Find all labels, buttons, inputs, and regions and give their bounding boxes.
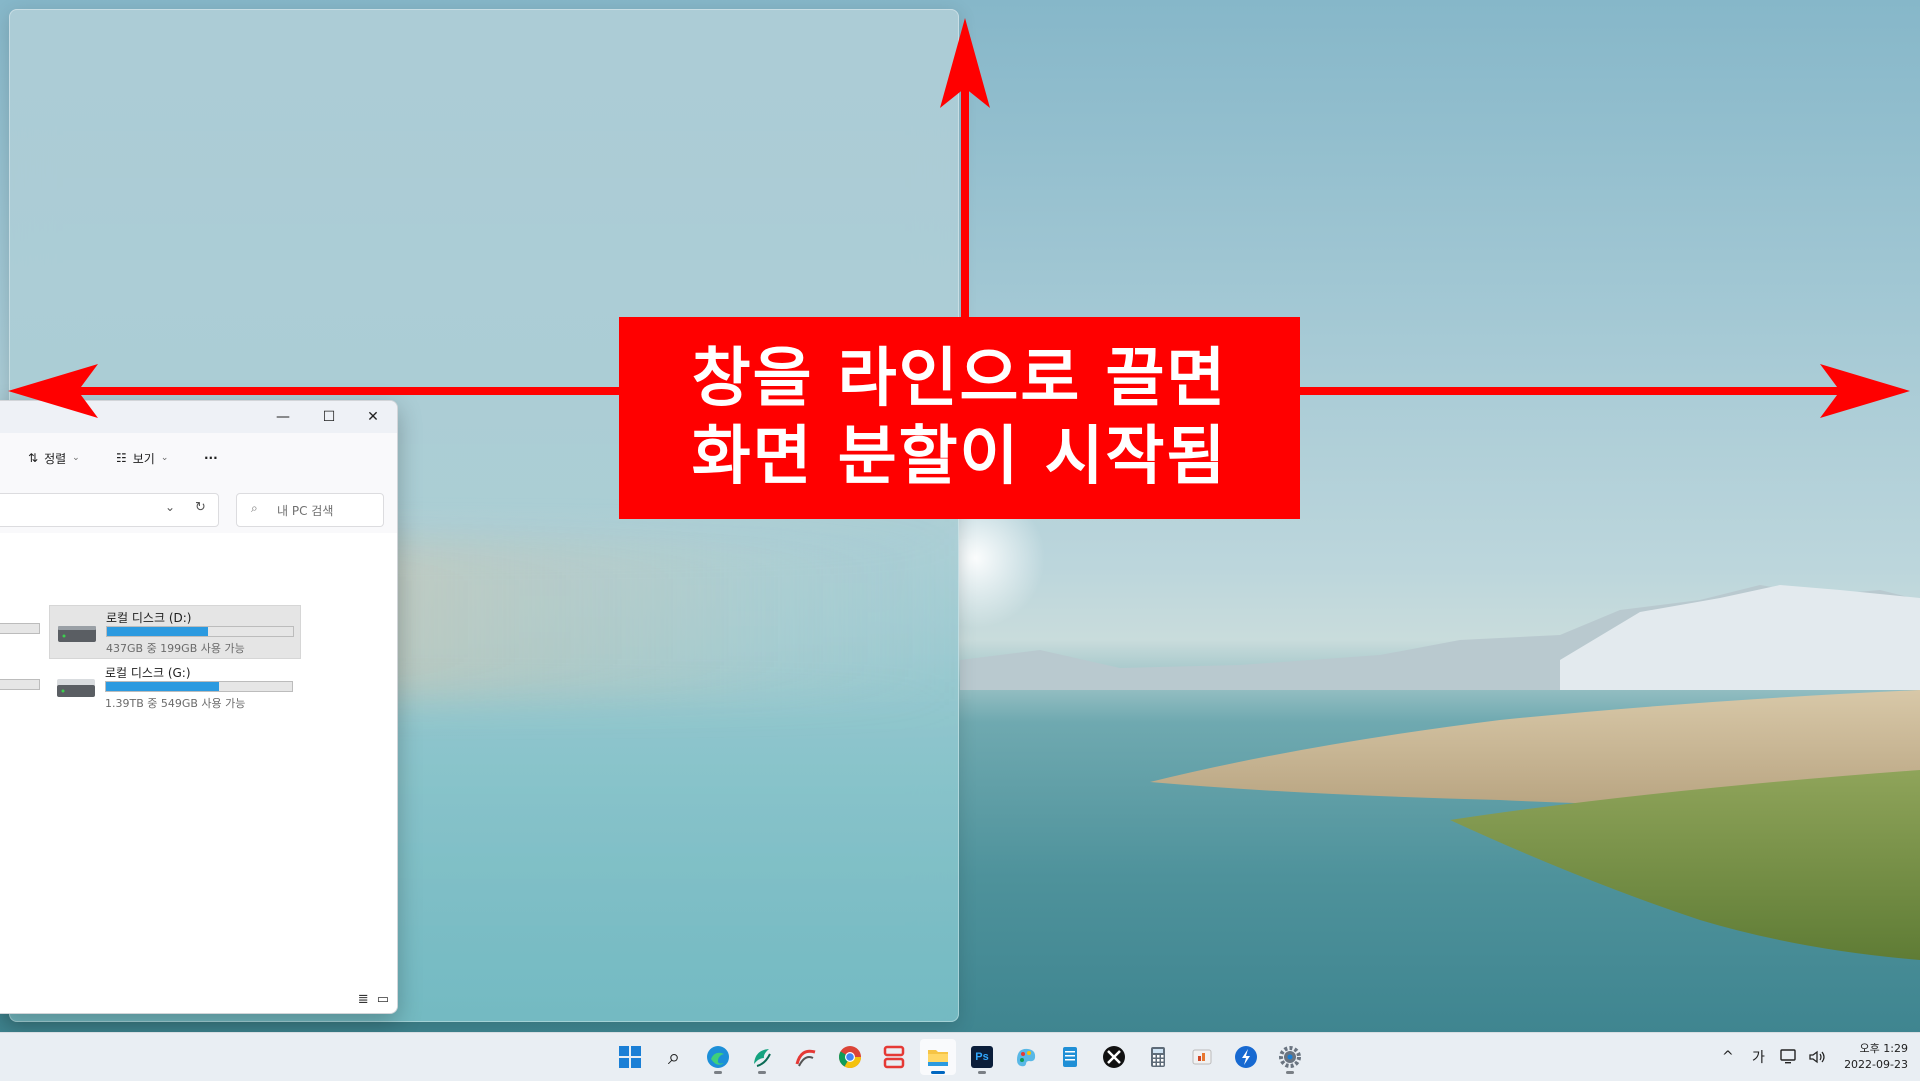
split-app-icon[interactable]: [876, 1039, 912, 1075]
xbox-icon[interactable]: [1096, 1039, 1132, 1075]
sort-icon: ⇅: [28, 451, 39, 465]
settings-icon[interactable]: [1272, 1039, 1308, 1075]
network-icon[interactable]: [1780, 1033, 1798, 1081]
tray-overflow-chevron[interactable]: ^: [1722, 1033, 1734, 1081]
drive-item-d[interactable]: 로컬 디스크 (D:) 437GB 중 199GB 사용 가능: [49, 605, 301, 659]
file-explorer-icon[interactable]: [920, 1039, 956, 1075]
clock-time: 오후 1:29: [1859, 1042, 1908, 1055]
chrome-icon[interactable]: [832, 1039, 868, 1075]
clock-date: 2022-09-23: [1844, 1058, 1908, 1071]
search-input[interactable]: ⌕ 내 PC 검색: [236, 493, 384, 527]
sort-label: 정렬: [44, 451, 67, 466]
ime-indicator[interactable]: 가: [1752, 1033, 1765, 1081]
callout-line-2: 화면 분할이 시작됨: [691, 420, 1228, 494]
sort-button[interactable]: ⇅ 정렬 ⌄: [28, 447, 80, 469]
app3-icon[interactable]: [1228, 1039, 1264, 1075]
address-input[interactable]: ⌄ ↻: [0, 493, 219, 527]
view-button[interactable]: ☷ 보기 ⌄: [116, 447, 168, 469]
hard-drive-icon: [57, 679, 95, 697]
calculator-icon[interactable]: [1140, 1039, 1176, 1075]
search-placeholder: 내 PC 검색: [277, 504, 334, 518]
chevron-down-icon: ⌄: [160, 453, 169, 463]
title-bar[interactable]: — ☐ ✕: [0, 401, 397, 433]
tiles-view-icon[interactable]: ▭: [377, 992, 389, 1007]
view-label: 보기: [132, 451, 155, 466]
taskbar: ⌕ Ps ^ 가 오후 1:29 2022-09-23: [0, 1032, 1920, 1081]
annotation-callout: 창을 라인으로 끌면 화면 분할이 시작됨: [619, 317, 1300, 519]
chevron-down-icon[interactable]: ⌄: [165, 500, 175, 514]
refresh-icon[interactable]: ↻: [195, 500, 206, 515]
partial-drive-bar: [0, 679, 40, 690]
file-explorer-window[interactable]: — ☐ ✕ ⇅ 정렬 ⌄ ☷ 보기 ⌄ ··· ⌄ ↻ ⌕ 내 PC 검색 로컬…: [0, 400, 398, 1014]
windows-start-icon[interactable]: [612, 1039, 648, 1075]
address-bar-row: ⌄ ↻ ⌕ 내 PC 검색: [0, 483, 397, 534]
drive-free-space: 437GB 중 199GB 사용 가능: [106, 642, 245, 655]
view-toggle: ≣ ▭: [358, 992, 389, 1007]
drive-usage-bar: [105, 681, 293, 692]
view-icon: ☷: [116, 451, 127, 465]
photoshop-label: Ps: [971, 1046, 993, 1068]
paint-icon[interactable]: [1008, 1039, 1044, 1075]
volume-icon[interactable]: [1808, 1033, 1826, 1081]
drive-list: 로컬 디스크 (D:) 437GB 중 199GB 사용 가능 로컬 디스크 (…: [0, 533, 397, 1013]
drive-free-space: 1.39TB 중 549GB 사용 가능: [105, 697, 246, 710]
app-icon[interactable]: [744, 1039, 780, 1075]
search-icon[interactable]: ⌕: [656, 1039, 692, 1075]
app2-icon[interactable]: [788, 1039, 824, 1075]
command-bar: ⇅ 정렬 ⌄ ☷ 보기 ⌄ ···: [0, 433, 397, 484]
chevron-down-icon: ⌄: [72, 453, 80, 463]
search-icon: ⌕: [251, 501, 258, 515]
maximize-button[interactable]: ☐: [306, 401, 352, 433]
edge-icon[interactable]: [700, 1039, 736, 1075]
notepad-icon[interactable]: [1052, 1039, 1088, 1075]
system-clock[interactable]: 오후 1:29 2022-09-23: [1844, 1041, 1908, 1073]
close-button[interactable]: ✕: [350, 401, 396, 433]
photoshop-icon[interactable]: Ps: [964, 1039, 1000, 1075]
details-view-icon[interactable]: ≣: [358, 992, 369, 1007]
minimize-button[interactable]: —: [260, 401, 306, 433]
hard-drive-icon: [58, 626, 96, 642]
drive-name: 로컬 디스크 (G:): [105, 666, 191, 680]
drive-usage-bar: [106, 626, 294, 637]
partial-drive-bar: [0, 623, 40, 634]
more-options-button[interactable]: ···: [204, 447, 218, 469]
drive-item-g[interactable]: 로컬 디스크 (G:) 1.39TB 중 549GB 사용 가능: [49, 661, 299, 713]
drive-name: 로컬 디스크 (D:): [106, 611, 192, 625]
office-icon[interactable]: [1184, 1039, 1220, 1075]
callout-line-1: 창을 라인으로 끌면: [691, 342, 1228, 416]
